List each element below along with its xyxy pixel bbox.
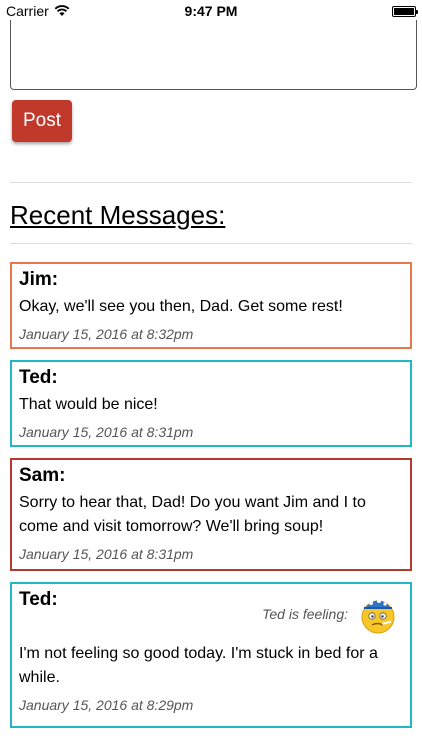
message-text: That would be nice! — [19, 396, 158, 413]
message-time: January 15, 2016 at 8:29pm — [19, 697, 194, 713]
feeling-indicator: Ted is feeling: — [262, 594, 396, 634]
divider — [10, 243, 412, 244]
section-title: Recent Messages: — [10, 200, 226, 230]
message-author: Jim: — [19, 269, 59, 290]
message-card: Sam: Sorry to hear that, Dad! Do you wan… — [10, 458, 412, 571]
carrier-label: Carrier — [6, 3, 49, 19]
divider — [10, 182, 412, 183]
wifi-icon — [54, 5, 70, 16]
message-time: January 15, 2016 at 8:31pm — [19, 424, 194, 440]
message-textarea[interactable] — [10, 20, 417, 90]
carrier-group: Carrier — [6, 3, 70, 19]
message-text: I'm not feeling so good today. I'm stuck… — [19, 645, 378, 686]
battery-icon — [392, 5, 418, 17]
message-card: Ted: That would be nice! January 15, 201… — [10, 360, 412, 447]
message-text: Sorry to hear that, Dad! Do you want Jim… — [19, 494, 366, 535]
message-card: Ted: Ted is feeling: I'm not feeling so … — [10, 582, 412, 728]
feeling-label: Ted is feeling: — [262, 606, 348, 622]
post-button[interactable]: Post — [12, 100, 72, 142]
message-text: Okay, we'll see you then, Dad. Get some … — [19, 298, 343, 315]
message-author: Ted: — [19, 367, 58, 388]
message-author: Sam: — [19, 465, 66, 486]
status-bar: Carrier 9:47 PM — [0, 0, 422, 22]
message-time: January 15, 2016 at 8:31pm — [19, 546, 194, 562]
sick-face-icon — [361, 599, 395, 634]
message-time: January 15, 2016 at 8:32pm — [19, 326, 194, 342]
message-card: Jim: Okay, we'll see you then, Dad. Get … — [10, 262, 412, 349]
